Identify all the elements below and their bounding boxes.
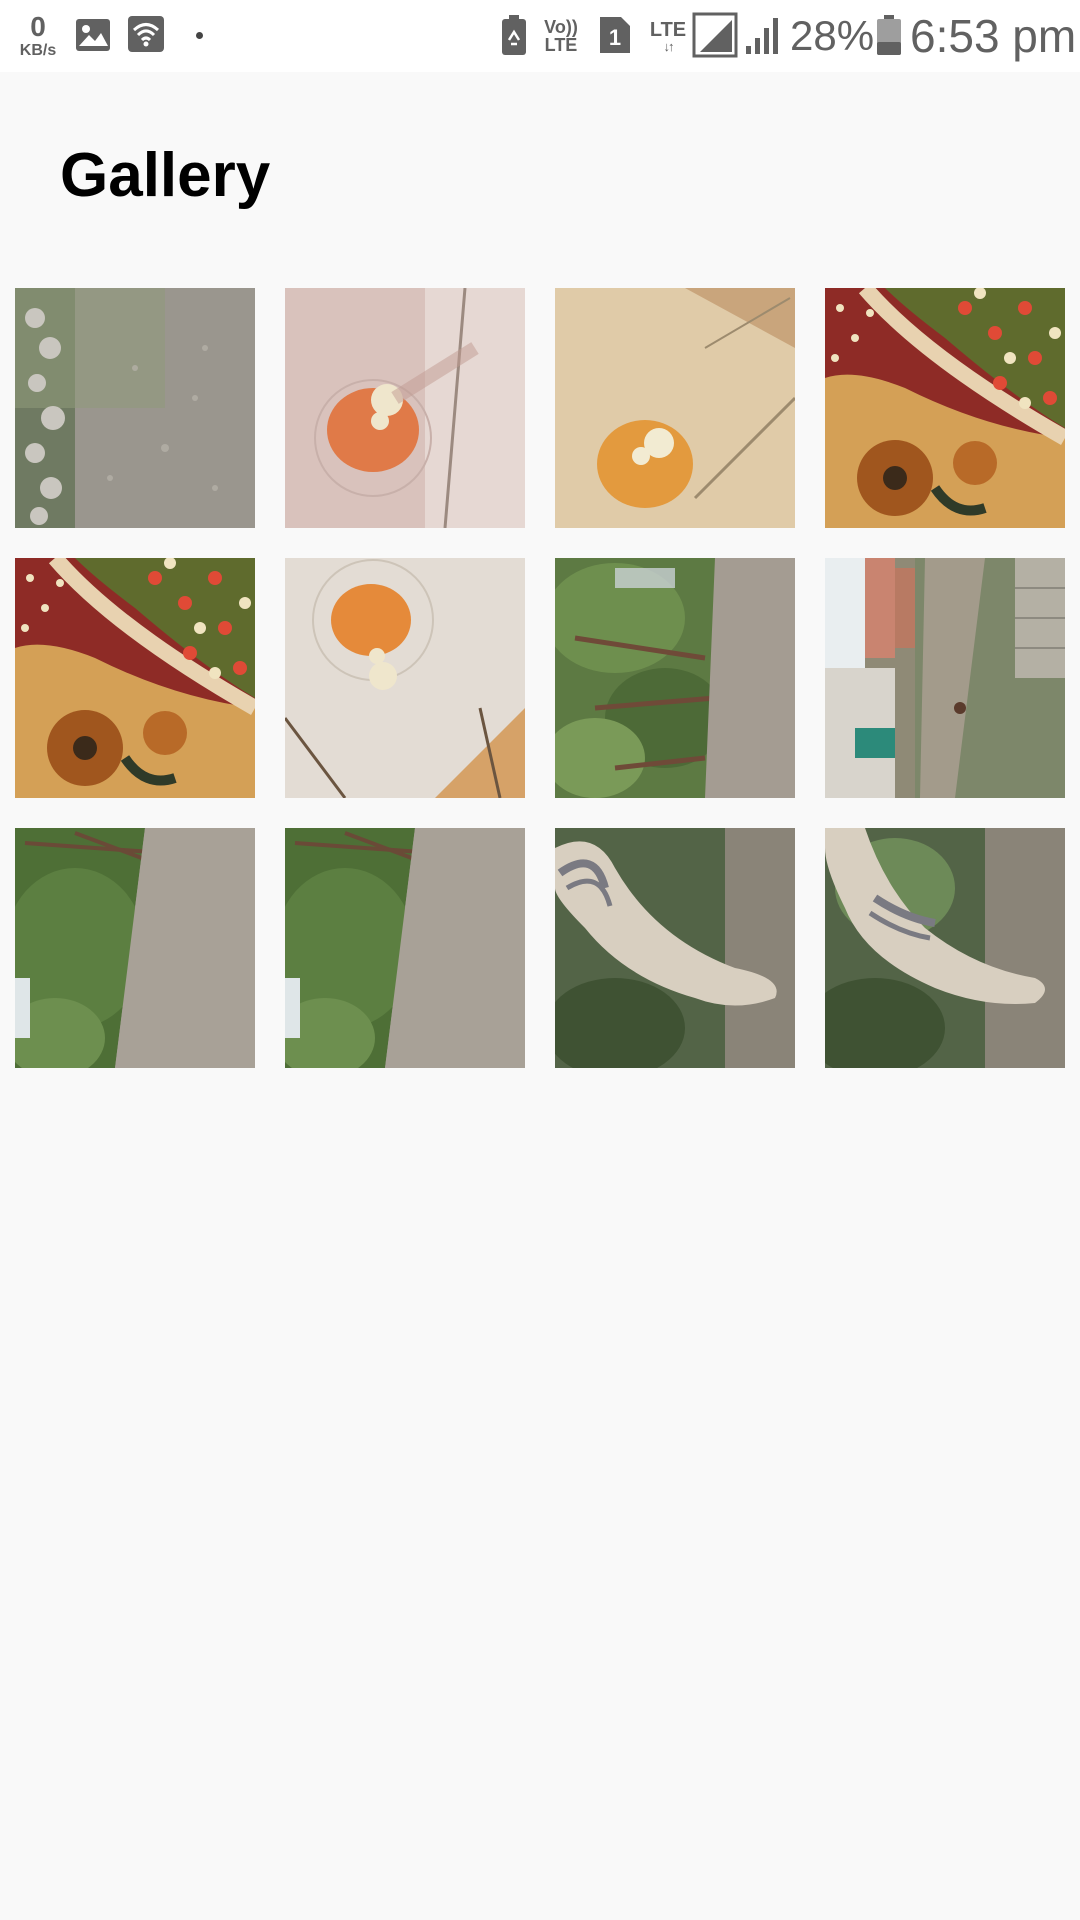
battery-icon <box>876 14 902 56</box>
photo-thumbnail[interactable] <box>825 558 1065 798</box>
photo-thumbnail[interactable] <box>555 288 795 528</box>
photo-grid <box>15 288 1065 1068</box>
photo-thumbnail[interactable] <box>15 288 255 528</box>
photo-thumbnail[interactable] <box>15 558 255 798</box>
photo-thumbnail[interactable] <box>825 828 1065 1068</box>
net-speed-unit: KB/s <box>19 42 57 59</box>
status-bar: 0 KB/s Vo)) LTE 1 LTE ↓↑ 28% 6:53 pm <box>0 0 1080 72</box>
photo-thumbnail[interactable] <box>285 288 525 528</box>
photo-thumbnail[interactable] <box>555 828 795 1068</box>
battery-saver-icon <box>500 14 528 56</box>
photo-thumbnail[interactable] <box>285 558 525 798</box>
photo-thumbnail[interactable] <box>555 558 795 798</box>
net-speed-indicator: 0 KB/s <box>14 10 62 62</box>
volte-line2: LTE <box>544 35 578 55</box>
lte-arrows: ↓↑ <box>663 38 675 54</box>
lte-label: LTE <box>649 18 687 41</box>
sim-1-icon: 1 <box>598 16 632 54</box>
wifi-icon <box>126 14 166 54</box>
net-speed-value: 0 <box>30 11 46 42</box>
page-title: Gallery <box>60 141 271 210</box>
signal-strength-icon <box>692 12 738 58</box>
sim-number: 1 <box>609 25 621 50</box>
volte-line1: Vo)) <box>544 17 578 37</box>
notification-dot <box>196 32 203 39</box>
photo-thumbnail[interactable] <box>285 828 525 1068</box>
battery-percent: 28% <box>790 12 875 59</box>
clock: 6:53 pm <box>910 10 1077 62</box>
image-notification-icon <box>74 16 112 54</box>
lte-data-icon: LTE ↓↑ <box>646 14 690 58</box>
volte-icon: Vo)) LTE <box>540 14 582 58</box>
photo-thumbnail[interactable] <box>825 288 1065 528</box>
photo-thumbnail[interactable] <box>15 828 255 1068</box>
signal-strength-2-icon <box>742 14 782 56</box>
